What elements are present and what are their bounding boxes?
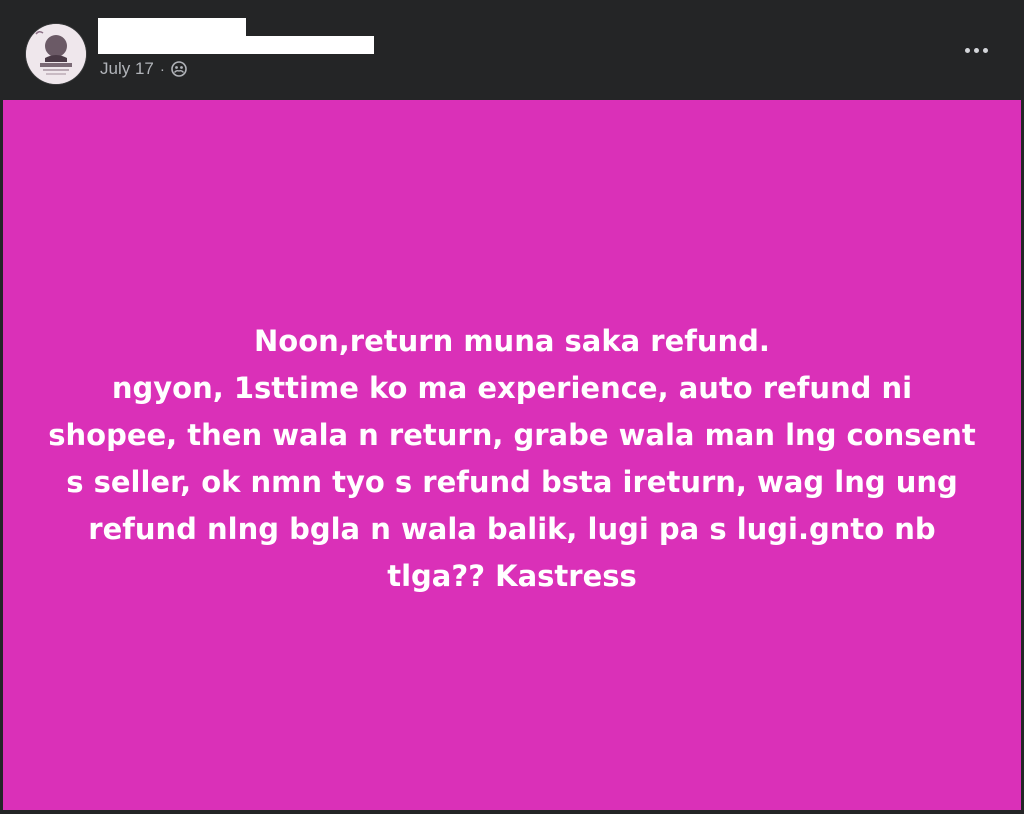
more-dot-icon [973,47,979,53]
friends-globe-icon[interactable] [171,61,187,77]
post-text-line: shopee, then wala n return, grabe wala m… [48,418,976,452]
redacted-name [98,18,246,54]
post-text-line: ngyon, 1sttime ko ma experience, auto re… [111,371,913,405]
facebook-post: July 17 · Noon,return muna saka refund. … [0,0,1024,814]
post-text-line: refund nlng bgla n wala balik, lugi pa s… [88,512,936,546]
post-meta: July 17 · [100,59,187,79]
more-dot-icon [982,47,988,53]
meta-separator: · [159,60,165,78]
post-text-line: s seller, ok nmn tyo s refund bsta iretu… [66,465,958,499]
post-header: July 17 · [0,0,1024,100]
post-background: Noon,return muna saka refund. ngyon, 1st… [3,100,1021,810]
post-text-line: tlga?? Kastress [387,559,637,593]
post-text: Noon,return muna saka refund. ngyon, 1st… [47,318,977,600]
page-logo-icon [26,24,86,84]
post-text-line: Noon,return muna saka refund. [254,324,770,358]
more-options-button[interactable] [958,38,994,62]
redacted-name-extension [246,36,374,54]
avatar[interactable] [26,24,86,84]
more-dot-icon [964,47,970,53]
post-date[interactable]: July 17 [100,59,154,79]
